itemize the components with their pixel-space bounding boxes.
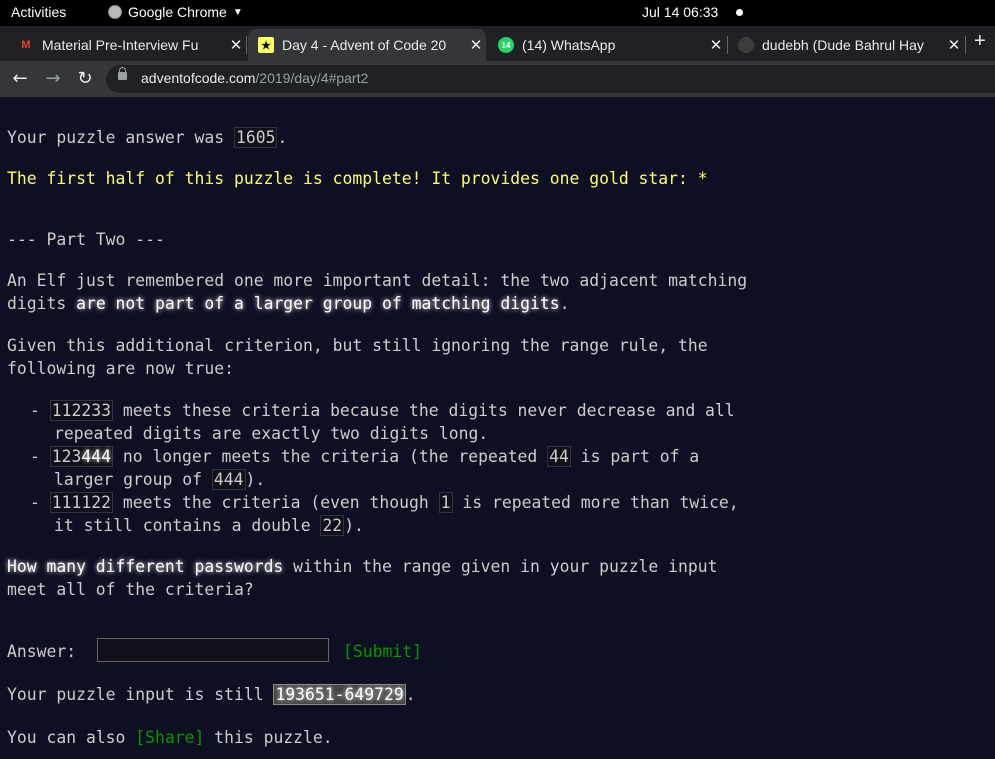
tab-title: dudebh (Dude Bahrul Hay <box>762 37 924 53</box>
tab-material[interactable]: M Material Pre-Interview Fu ✕ <box>8 29 246 61</box>
close-tab-icon[interactable]: ✕ <box>226 36 246 54</box>
back-arrow-icon[interactable]: ← <box>8 67 32 91</box>
chrome-icon <box>108 5 122 19</box>
lock-icon[interactable] <box>118 67 127 80</box>
list-item-continuation: it still contains a double 22). <box>54 515 364 536</box>
first-half-complete: The first half of this puzzle is complet… <box>7 169 708 188</box>
paragraph-2-line-1: Given this additional criterion, but sti… <box>7 336 708 355</box>
question-line-1: How many different passwords within the … <box>7 557 718 576</box>
whatsapp-icon: 14 <box>498 37 514 53</box>
puzzle-input-value[interactable]: 193651-649729 <box>273 684 406 705</box>
list-item: - 112233 meets these criteria because th… <box>30 400 735 421</box>
list-item-continuation: repeated digits are exactly two digits l… <box>54 424 489 443</box>
list-item-continuation: larger group of 444). <box>54 469 266 490</box>
list-item: - 123444 no longer meets the criteria (t… <box>30 446 700 467</box>
address-bar[interactable]: adventofcode.com/2019/day/4#part2 <box>106 65 995 93</box>
browser-toolbar: ← → ↻ adventofcode.com/2019/day/4#part2 <box>0 61 995 97</box>
tab-title: Material Pre-Interview Fu <box>42 37 199 53</box>
tab-advent-of-code[interactable]: ★ Day 4 - Advent of Code 20 ✕ <box>248 29 486 61</box>
tab-strip: M Material Pre-Interview Fu ✕ ★ Day 4 - … <box>0 26 995 61</box>
question-line-2: meet all of the criteria? <box>7 580 254 599</box>
dropdown-arrow-icon: ▼ <box>232 6 243 18</box>
github-icon <box>738 37 754 53</box>
close-tab-icon[interactable]: ✕ <box>466 36 486 54</box>
clock[interactable]: Jul 14 06:33 <box>642 4 718 20</box>
close-tab-icon[interactable]: ✕ <box>944 36 964 54</box>
submit-button[interactable]: [Submit] <box>343 640 422 663</box>
list-item: - 111122 meets the criteria (even though… <box>30 492 739 513</box>
tab-separator <box>246 36 247 54</box>
new-tab-button[interactable]: + <box>974 30 986 53</box>
system-top-bar: Activities Google Chrome ▼ Jul 14 06:33 <box>0 0 995 26</box>
tab-github[interactable]: dudebh (Dude Bahrul Hay ✕ <box>728 29 964 61</box>
notification-dot-icon <box>736 9 743 16</box>
forward-arrow-icon[interactable]: → <box>41 67 65 91</box>
reload-icon[interactable]: ↻ <box>73 67 97 91</box>
close-tab-icon[interactable]: ✕ <box>706 36 726 54</box>
gmail-icon: M <box>21 39 31 51</box>
tab-separator <box>965 36 966 54</box>
share-line: You can also [Share] this puzzle. <box>7 728 333 747</box>
paragraph-1-line-1: An Elf just remembered one more importan… <box>7 271 748 290</box>
app-menu[interactable]: Google Chrome ▼ <box>108 4 243 20</box>
page-content: Your puzzle answer was 1605. The first h… <box>0 97 995 759</box>
paragraph-1-line-2: digits are not part of a larger group of… <box>7 294 570 313</box>
app-menu-label: Google Chrome <box>128 4 227 20</box>
tab-title: Day 4 - Advent of Code 20 <box>282 37 447 53</box>
activities-button[interactable]: Activities <box>11 4 66 20</box>
puzzle-input-line: Your puzzle input is still 193651-649729… <box>7 684 416 705</box>
answer-was-line: Your puzzle answer was 1605. <box>7 127 288 148</box>
gold-star-icon: * <box>697 169 708 188</box>
url-text[interactable]: adventofcode.com/2019/day/4#part2 <box>141 70 368 86</box>
share-link[interactable]: [Share] <box>135 728 204 747</box>
aoc-star-icon: ★ <box>258 37 274 53</box>
tab-whatsapp[interactable]: 14 (14) WhatsApp ✕ <box>488 29 726 61</box>
answer-label: Answer: <box>7 642 86 661</box>
tab-title: (14) WhatsApp <box>522 37 616 53</box>
paragraph-2-line-2: following are now true: <box>7 359 234 378</box>
answer-value: 1605 <box>233 127 278 148</box>
part-two-heading: --- Part Two --- <box>7 230 165 249</box>
answer-input[interactable] <box>97 638 329 662</box>
